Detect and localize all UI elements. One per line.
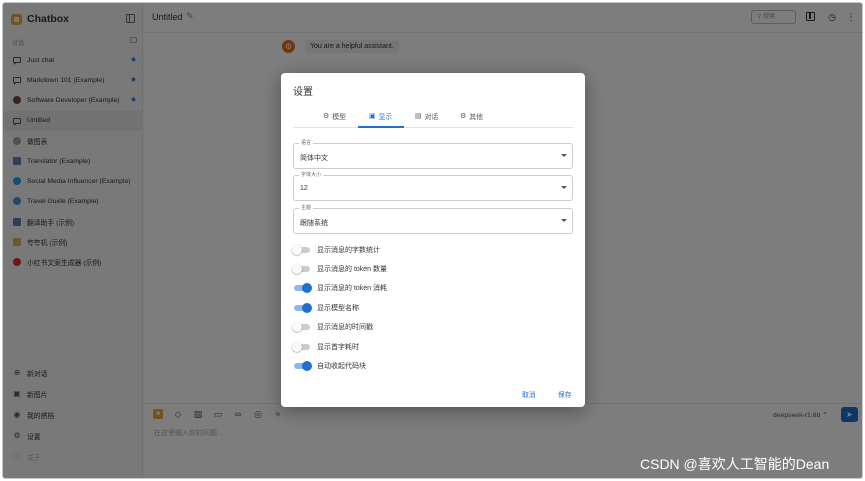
toggle-row-model-name: 显示模型名称 <box>292 298 387 317</box>
language-select[interactable]: 语言 简体中文 <box>293 140 573 169</box>
toggle-label: 显示消息的时间戳 <box>317 324 373 332</box>
language-value: 简体中文 <box>300 155 328 162</box>
theme-value: 跟随系统 <box>300 220 328 227</box>
tab-model[interactable]: ⚙ 模型 <box>323 110 346 122</box>
tab-other[interactable]: ⚙ 其他 <box>460 110 483 122</box>
active-tab-indicator <box>358 126 404 128</box>
cancel-button[interactable]: 取消 <box>522 389 536 399</box>
first-token-time-toggle[interactable] <box>292 341 312 352</box>
tab-other-label: 其他 <box>469 114 483 121</box>
token-usage-toggle[interactable] <box>292 283 312 294</box>
tab-model-label: 模型 <box>332 114 346 121</box>
theme-select[interactable]: 主题 跟随系统 <box>293 205 573 234</box>
toggle-label: 显示消息的 token 消耗 <box>317 285 388 293</box>
toggle-label: 自动收起代码块 <box>317 363 366 371</box>
toggle-row-first-token-time: 显示首字耗时 <box>292 337 387 356</box>
toggle-row-collapse-code: 自动收起代码块 <box>292 356 387 375</box>
font-size-value: 12 <box>300 185 308 192</box>
dialog-title: 设置 <box>293 87 313 98</box>
toggle-row-word-count: 显示消息的字数统计 <box>292 240 387 259</box>
toggle-label: 显示首字耗时 <box>317 343 359 351</box>
settings-dialog: 设置 ⚙ 模型 ▣ 显示 ▤ 对话 ⚙ 其他 语言 简体中文 字体大小 12 主… <box>281 73 585 407</box>
model-name-toggle[interactable] <box>292 302 312 313</box>
font-size-select[interactable]: 字体大小 12 <box>293 172 573 201</box>
chat-icon: ▤ <box>415 113 422 120</box>
toggle-label: 显示消息的字数统计 <box>317 246 380 254</box>
font-size-label: 字体大小 <box>299 172 324 179</box>
tab-chat[interactable]: ▤ 对话 <box>415 110 438 122</box>
tab-chat-label: 对话 <box>424 114 439 121</box>
toggle-row-token-count: 显示消息的 token 数量 <box>292 259 387 278</box>
language-label: 语言 <box>299 140 314 147</box>
collapse-code-toggle[interactable] <box>292 361 312 372</box>
dropdown-arrow-icon <box>561 154 567 157</box>
watermark: CSDN @喜欢人工智能的Dean <box>640 456 830 472</box>
theme-label: 主题 <box>299 205 314 212</box>
display-icon: ▣ <box>369 113 376 120</box>
gear-icon: ⚙ <box>460 113 467 120</box>
toggle-label: 显示模型名称 <box>317 304 359 312</box>
robot-icon: ⚙ <box>323 113 330 120</box>
tab-display-label: 显示 <box>378 114 393 121</box>
dropdown-arrow-icon <box>561 186 567 189</box>
save-button[interactable]: 保存 <box>558 389 572 399</box>
display-toggles: 显示消息的字数统计 显示消息的 token 数量 显示消息的 token 消耗 … <box>292 240 387 376</box>
dropdown-arrow-icon <box>561 219 567 222</box>
toggle-row-timestamp: 显示消息的时间戳 <box>292 318 387 337</box>
tab-display[interactable]: ▣ 显示 <box>369 110 392 122</box>
timestamp-toggle[interactable] <box>292 322 312 333</box>
word-count-toggle[interactable] <box>292 244 312 255</box>
toggle-label: 显示消息的 token 数量 <box>317 266 388 274</box>
toggle-row-token-usage: 显示消息的 token 消耗 <box>292 279 387 298</box>
settings-tabs: ⚙ 模型 ▣ 显示 ▤ 对话 ⚙ 其他 <box>293 105 573 128</box>
token-count-toggle[interactable] <box>292 264 312 275</box>
